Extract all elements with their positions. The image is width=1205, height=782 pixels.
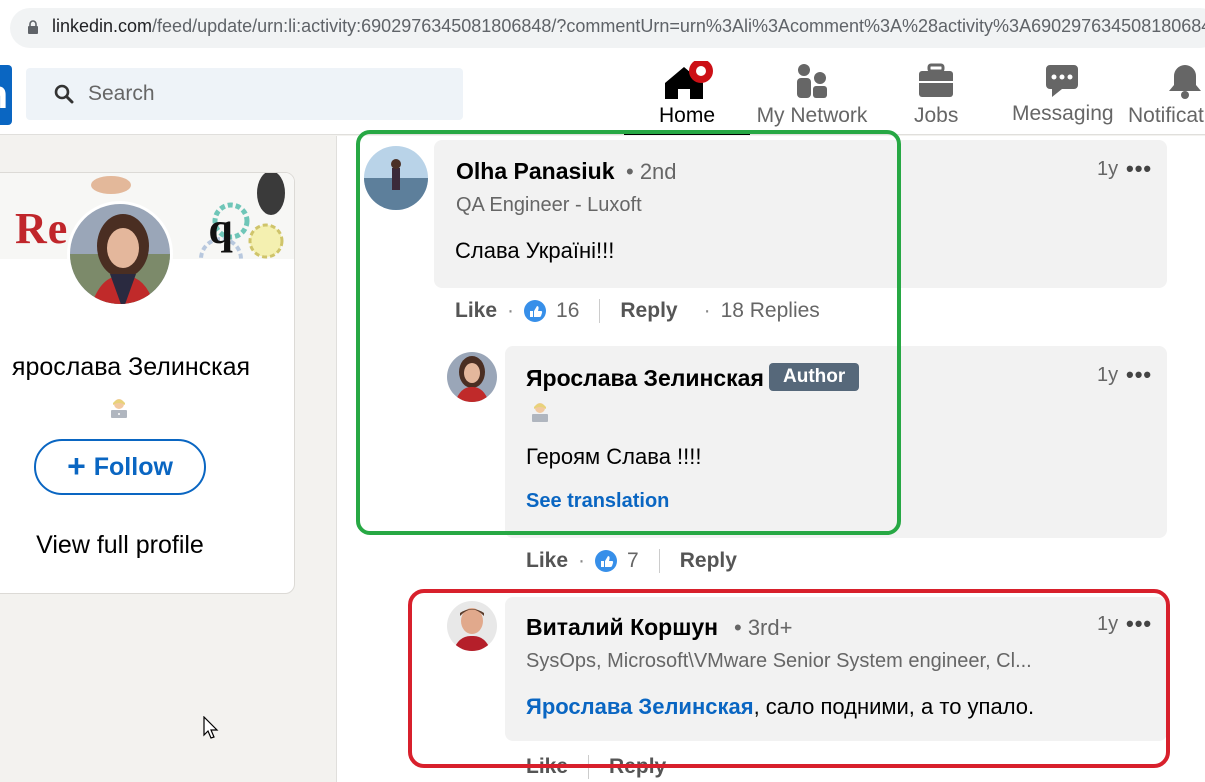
nav-notifications-label: Notificat [1128, 104, 1204, 127]
replies-count-link[interactable]: 18 Replies [721, 299, 820, 323]
profile-avatar[interactable] [67, 201, 173, 307]
nav-my-network[interactable]: My Network [756, 55, 868, 135]
comment-actions: Like · 16 Reply · 18 Replies [455, 296, 820, 326]
nav-messaging-label: Messaging [1012, 102, 1114, 125]
view-full-profile-link[interactable]: View full profile [0, 531, 259, 560]
reply-button[interactable]: Reply [609, 755, 666, 779]
reaction-count[interactable]: 16 [556, 299, 579, 323]
technologist-emoji-icon [111, 399, 127, 418]
connection-degree: • 3rd+ [734, 615, 793, 640]
separator-dot: · [578, 549, 586, 572]
profile-name[interactable]: ярослава Зелинская [0, 353, 281, 382]
connection-degree: • 2nd [626, 159, 677, 184]
search-box[interactable] [26, 68, 463, 120]
home-icon [665, 61, 713, 99]
commenter-avatar[interactable] [364, 146, 428, 210]
comment-actions: Like · 7 Reply [526, 546, 737, 576]
nav-my-network-label: My Network [756, 104, 868, 127]
like-button[interactable]: Like [455, 299, 497, 323]
messaging-icon [1046, 65, 1078, 97]
commenter-avatar[interactable] [447, 601, 497, 651]
nav-home[interactable]: Home [624, 55, 750, 135]
comment-text: Ярослава Зелинская, сало подними, а то у… [526, 694, 1035, 719]
comment-timestamp: 1y [1097, 158, 1119, 180]
like-reaction-icon[interactable] [524, 300, 547, 322]
nav-notifications[interactable]: Notificat [1128, 55, 1205, 135]
comment-text: Героям Слава !!!! [526, 444, 702, 469]
nav-home-label: Home [658, 104, 716, 127]
nav-jobs[interactable]: Jobs [914, 55, 958, 135]
search-icon [54, 84, 74, 104]
comment-timestamp: 1y [1097, 613, 1119, 635]
comment-options-button[interactable]: ••• [1126, 611, 1152, 637]
divider [658, 549, 660, 573]
top-navigation: n Home My Network Jobs [0, 55, 1205, 135]
follow-button[interactable]: + Follow [34, 439, 206, 495]
like-button[interactable]: Like [526, 755, 568, 779]
technologist-emoji-icon [532, 403, 548, 422]
mouse-cursor-icon [203, 716, 219, 739]
commenter-name[interactable]: Виталий Коршун [526, 614, 718, 641]
nav-jobs-label: Jobs [914, 104, 959, 127]
separator-dot: · [703, 299, 711, 322]
plus-icon: + [67, 447, 86, 484]
reply-button[interactable]: Reply [620, 299, 677, 323]
comment-options-button[interactable]: ••• [1126, 156, 1152, 182]
follow-label: Follow [93, 452, 173, 481]
separator-dot: · [507, 299, 515, 322]
divider [599, 299, 601, 323]
browser-toolbar: linkedin.com/feed/update/urn:li:activity… [0, 0, 1205, 55]
like-reaction-icon[interactable] [595, 550, 618, 572]
see-translation-link[interactable]: See translation [526, 490, 669, 513]
comment-timestamp: 1y [1097, 364, 1119, 386]
lock-icon [28, 20, 38, 34]
bell-icon [1169, 65, 1201, 99]
comment-actions: Like Reply [526, 752, 666, 782]
nav-messaging[interactable]: Messaging [1012, 55, 1114, 135]
comment-text: Слава Україні!!! [455, 238, 615, 263]
like-button[interactable]: Like [526, 549, 568, 573]
active-tab-indicator [624, 132, 750, 135]
divider [588, 755, 590, 779]
search-input[interactable] [86, 77, 446, 111]
linkedin-logo-icon[interactable]: n [0, 65, 12, 125]
mention-link[interactable]: Ярослава Зелинская [526, 694, 754, 719]
commenter-name[interactable]: Ярослава Зелинская [526, 365, 764, 392]
comment-options-button[interactable]: ••• [1126, 362, 1152, 388]
briefcase-icon [919, 63, 953, 97]
author-avatar[interactable] [447, 352, 497, 402]
commenter-headline: SysOps, Microsoft\VMware Senior System e… [526, 650, 1032, 672]
my-network-icon [797, 64, 827, 98]
url-text[interactable]: linkedin.com/feed/update/urn:li:activity… [52, 16, 1205, 37]
reply-button[interactable]: Reply [680, 549, 737, 573]
commenter-name[interactable]: Olha Panasiuk [456, 158, 615, 185]
profile-card: Re q ярослава Зелинская + Follow View ful… [0, 172, 295, 594]
author-badge: Author [769, 363, 860, 391]
commenter-headline: QA Engineer - Luxoft [456, 194, 642, 216]
reaction-count[interactable]: 7 [627, 549, 639, 573]
